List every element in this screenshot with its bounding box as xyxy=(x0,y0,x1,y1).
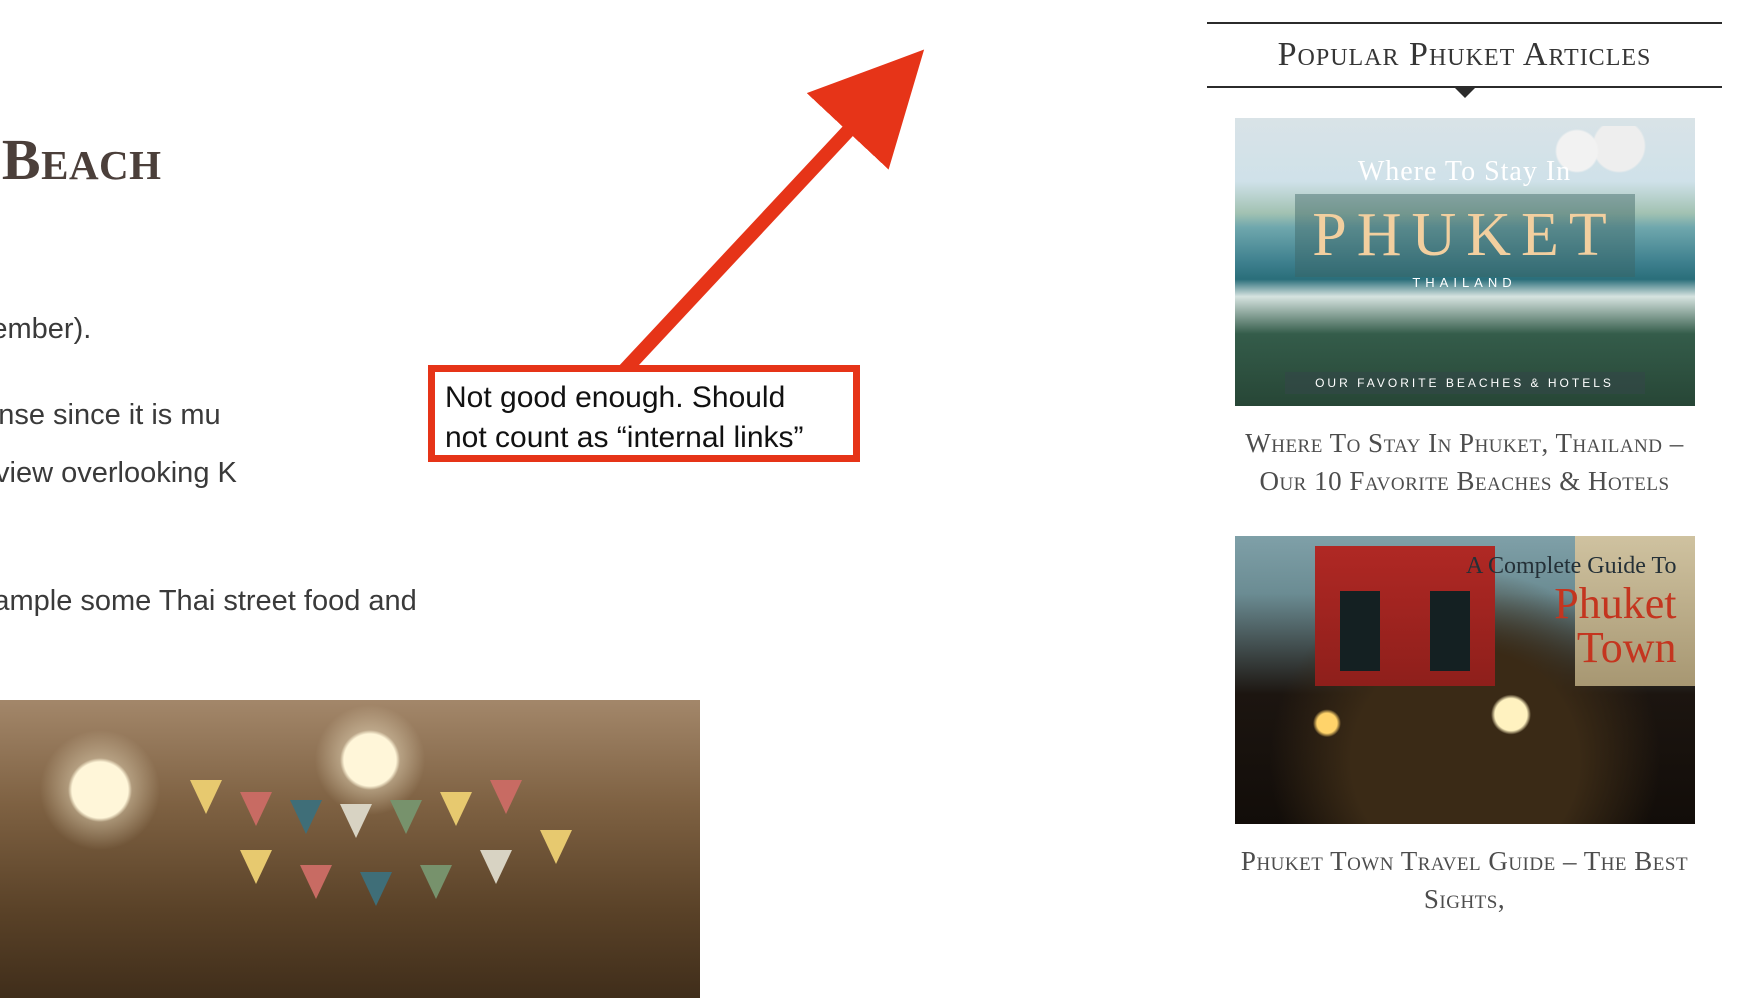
sidebar-card-link[interactable]: Where To Stay In PHUKET THAILAND OUR FAV… xyxy=(1227,118,1702,500)
article-line-2: off-season (June – September). xyxy=(0,300,91,358)
card-thumbnail: Where To Stay In PHUKET THAILAND OUR FAV… xyxy=(1235,118,1695,406)
sidebar: Popular Phuket Articles Where To Stay In… xyxy=(1207,22,1722,954)
overlay-l3: Town xyxy=(1466,626,1677,670)
page-root: ta Beach and Yoga studios. off-season (J… xyxy=(0,0,1752,998)
sidebar-header-text: Popular Phuket Articles xyxy=(1278,36,1652,73)
sidebar-card: A Complete Guide To Phuket Town Phuket T… xyxy=(1227,536,1702,918)
chevron-down-icon xyxy=(1453,86,1477,98)
thumbnail-overlay: Where To Stay In PHUKET THAILAND xyxy=(1295,156,1635,290)
article-inline-image xyxy=(0,700,700,998)
sidebar-card: Where To Stay In PHUKET THAILAND OUR FAV… xyxy=(1227,118,1702,500)
card-thumbnail: A Complete Guide To Phuket Town xyxy=(1235,536,1695,824)
thumbnail-overlay: A Complete Guide To Phuket Town xyxy=(1466,554,1677,670)
article-heading: ta Beach xyxy=(0,126,162,193)
overlay-small: THAILAND xyxy=(1295,275,1635,290)
annotation-callout: Not good enough. Should not count as “in… xyxy=(428,365,860,462)
article-line-3b: makes more sense since it is mu xyxy=(0,399,221,431)
annotation-line-1: Not good enough. Should xyxy=(445,381,785,414)
overlay-strip: OUR FAVORITE BEACHES & HOTELS xyxy=(1285,372,1645,394)
overlay-l1: A Complete Guide To xyxy=(1466,554,1677,578)
article-line-3c: ave a fantastic view overlooking K xyxy=(0,457,237,489)
overlay-big: PHUKET xyxy=(1295,194,1635,277)
card-title: Where To Stay In Phuket, Thailand – Our … xyxy=(1227,424,1702,500)
card-title: Phuket Town Travel Guide – The Best Sigh… xyxy=(1227,842,1702,918)
sidebar-card-link[interactable]: A Complete Guide To Phuket Town Phuket T… xyxy=(1227,536,1702,918)
bunting-decoration xyxy=(180,780,700,910)
article-main: ta Beach and Yoga studios. off-season (J… xyxy=(0,0,900,998)
annotation-line-2: not count as “internal links” xyxy=(445,421,804,454)
overlay-script: Where To Stay In xyxy=(1358,156,1571,187)
overlay-l2: Phuket xyxy=(1466,582,1677,626)
sidebar-header: Popular Phuket Articles xyxy=(1207,22,1722,88)
article-line-4: ll worth visiting to sample some Thai st… xyxy=(0,572,417,630)
